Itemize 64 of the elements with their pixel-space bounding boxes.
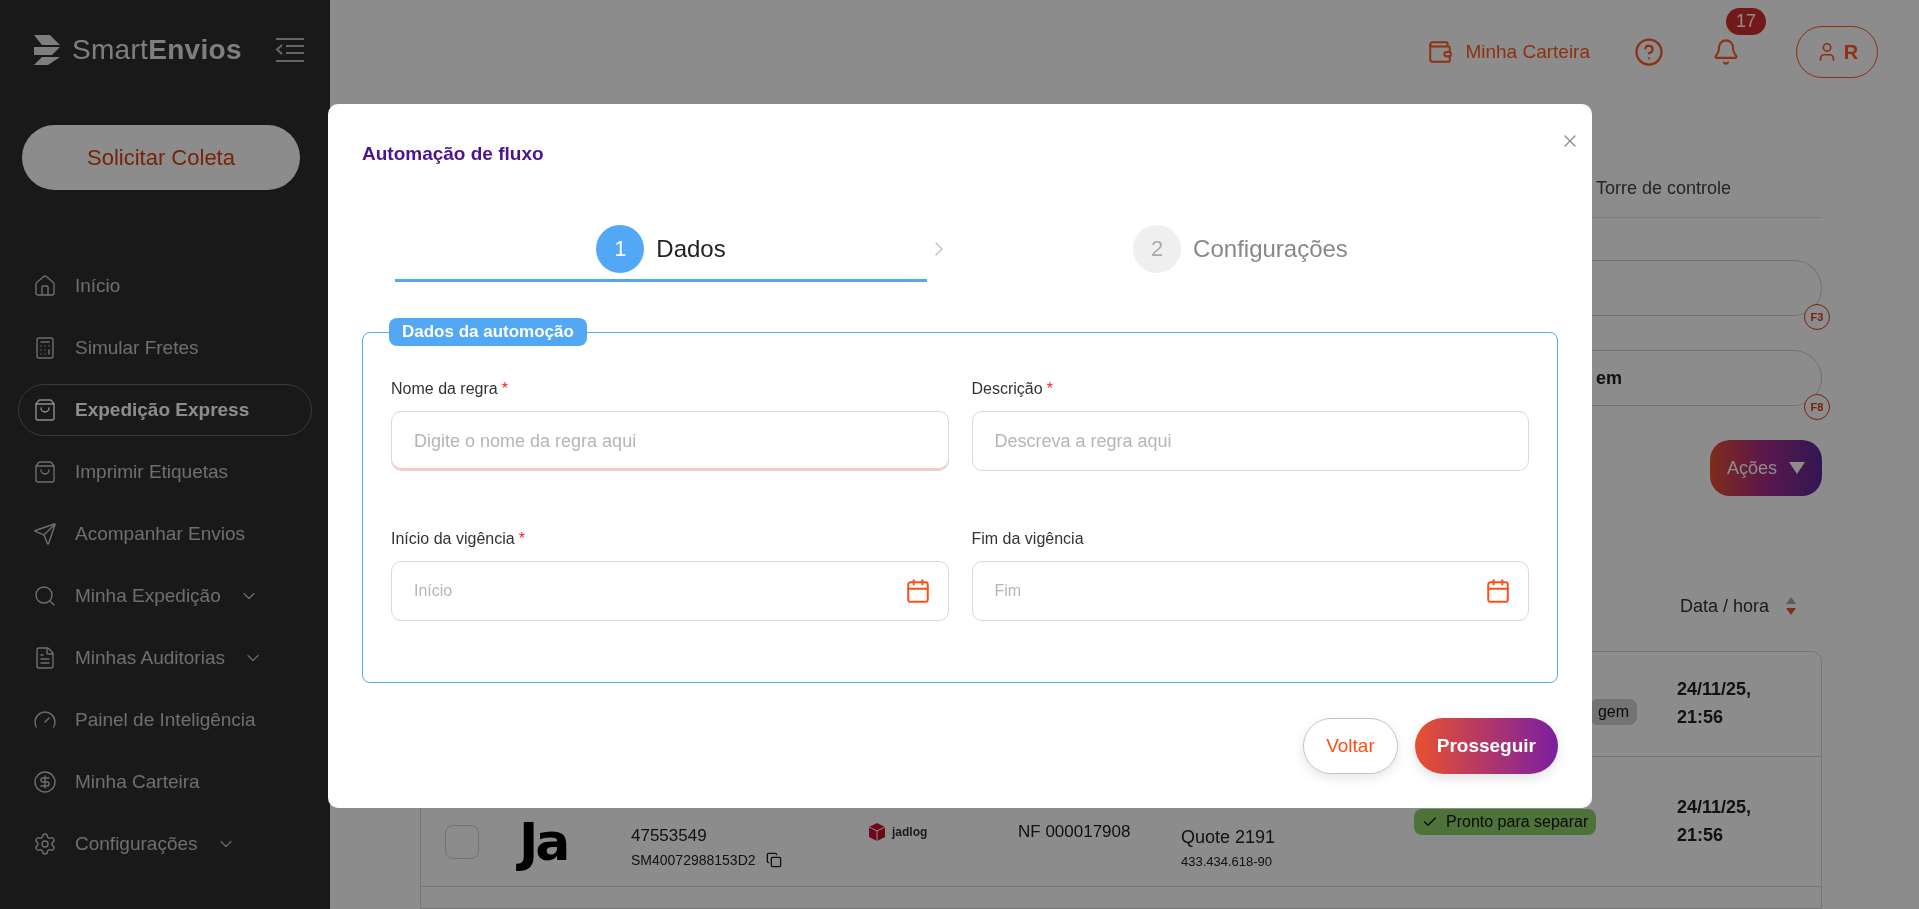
request-pickup-button[interactable]: Solicitar Coleta bbox=[22, 125, 300, 190]
field-label: Início da vigência * bbox=[391, 529, 526, 549]
column-header[interactable]: Data / hora bbox=[1680, 595, 1770, 617]
wallet-icon bbox=[1427, 39, 1454, 65]
logo-text: SmartEnvios bbox=[72, 34, 242, 66]
date-field[interactable]: Início bbox=[391, 561, 949, 621]
home-icon bbox=[33, 274, 57, 298]
client-name: Quote 2191 bbox=[1181, 826, 1276, 848]
cube-icon bbox=[867, 821, 887, 842]
input-field[interactable]: Digite o nome da regra aqui bbox=[391, 411, 949, 471]
back-button[interactable]: Voltar bbox=[1303, 718, 1398, 774]
shortcut-badge: F3 bbox=[1804, 304, 1830, 330]
sidebar-item[interactable]: Configurações bbox=[18, 818, 312, 870]
date-time: 24/11/25, 21:56 bbox=[1677, 678, 1753, 729]
sidebar-item[interactable]: Painel de Inteligência bbox=[18, 694, 312, 746]
menu-collapse-icon[interactable] bbox=[274, 37, 306, 63]
sidebar-item[interactable]: Minha Carteira bbox=[18, 756, 312, 808]
invoice-number: NF 000017908 bbox=[1018, 821, 1131, 842]
row-checkbox[interactable] bbox=[445, 824, 479, 859]
step-tab[interactable]: 1 Dados bbox=[395, 216, 927, 282]
sidebar-item[interactable]: Minhas Auditorias bbox=[18, 632, 312, 684]
actions-button[interactable]: Ações bbox=[1710, 440, 1822, 496]
continue-button[interactable]: Prosseguir bbox=[1414, 718, 1558, 774]
tracking-code: SM40072988153D2 bbox=[631, 851, 756, 868]
wallet-link[interactable]: Minha Carteira bbox=[1427, 39, 1590, 65]
carrier-name: jadlog bbox=[892, 824, 928, 839]
date-field[interactable]: Fim bbox=[971, 561, 1529, 621]
caret-down-icon bbox=[1789, 462, 1805, 474]
order-number: 47553549 bbox=[631, 825, 707, 846]
sidebar-item[interactable]: Simular Fretes bbox=[18, 322, 312, 374]
dollar-icon bbox=[33, 770, 57, 794]
dialog-title: Automação de fluxo bbox=[362, 142, 545, 166]
logo-icon bbox=[32, 33, 62, 67]
bell-icon[interactable] bbox=[1712, 38, 1740, 66]
shopping-bag-icon bbox=[33, 398, 57, 422]
sort-icon[interactable] bbox=[1785, 596, 1798, 616]
tab[interactable]: Torre de controle bbox=[1592, 178, 1732, 198]
settings-icon bbox=[33, 832, 57, 856]
notification-badge: 17 bbox=[1726, 8, 1767, 35]
section-title: Dados da automoção bbox=[389, 318, 587, 346]
field-label: Fim da vigência bbox=[971, 529, 1085, 549]
sidebar-item[interactable]: Imprimir Etiquetas bbox=[18, 446, 312, 498]
step-tab[interactable]: 2 Configurações bbox=[951, 216, 1530, 282]
sidebar-item[interactable]: Minha Expedição bbox=[18, 570, 312, 622]
calendar-icon[interactable] bbox=[1485, 578, 1511, 604]
shortcut-badge: F8 bbox=[1804, 394, 1830, 420]
sidebar-item[interactable]: Início bbox=[18, 260, 312, 312]
send-icon bbox=[33, 522, 57, 546]
shopping-bag-icon bbox=[33, 460, 57, 484]
input-field[interactable]: Descreva a regra aqui bbox=[971, 411, 1529, 471]
status-badge: Pronto para separar bbox=[1414, 808, 1597, 835]
help-icon[interactable] bbox=[1634, 37, 1664, 67]
calculator-icon bbox=[33, 336, 57, 360]
sidebar-item[interactable]: Acompanhar Envios bbox=[18, 508, 312, 560]
search-icon bbox=[33, 584, 57, 608]
status-badge: gem bbox=[1589, 698, 1637, 725]
date-time: 24/11/25, 21:56 bbox=[1677, 795, 1753, 847]
copy-icon[interactable] bbox=[765, 851, 782, 868]
field-label: Nome da regra * bbox=[391, 379, 509, 399]
user-button[interactable]: R bbox=[1796, 26, 1878, 78]
calendar-icon[interactable] bbox=[904, 578, 931, 604]
field-label: Descrição * bbox=[971, 379, 1054, 399]
document-number: 433.434.618-90 bbox=[1181, 853, 1273, 869]
document-icon bbox=[33, 646, 57, 670]
